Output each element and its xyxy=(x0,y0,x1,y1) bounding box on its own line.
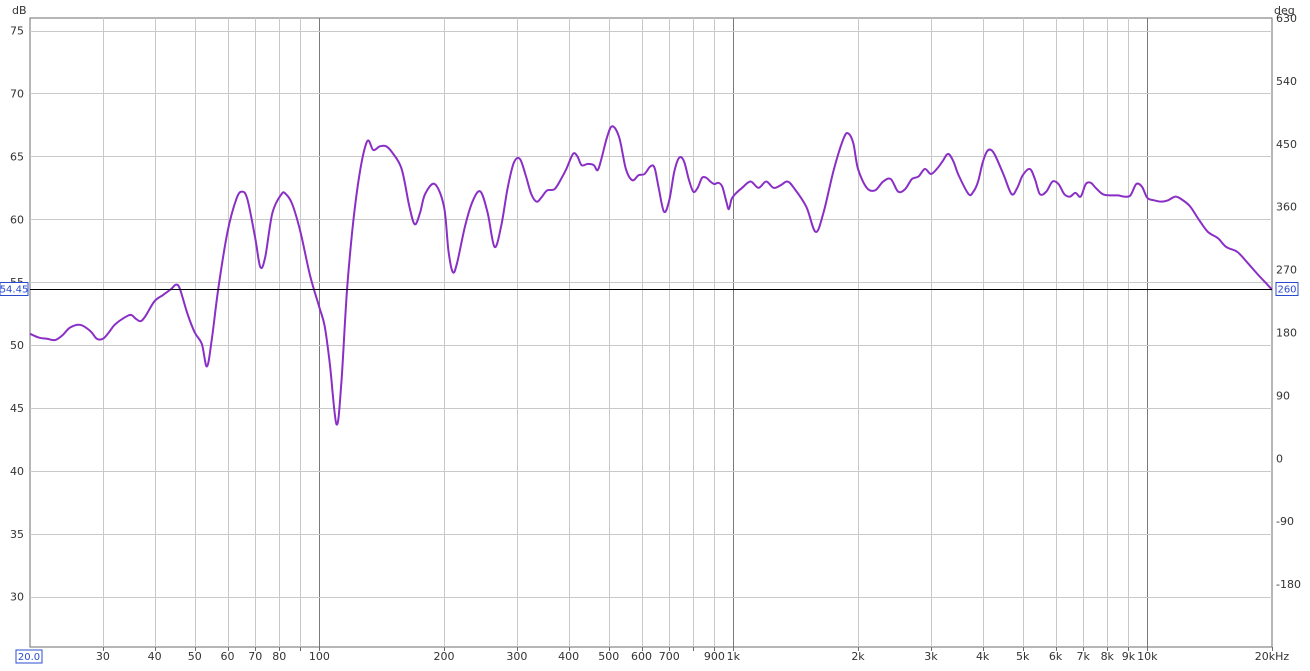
y-tick-label-left: 50 xyxy=(10,339,24,352)
y-tick-label-left: 65 xyxy=(10,150,24,163)
y-unit-left: dB xyxy=(12,4,27,17)
y-tick-label-right: 270 xyxy=(1276,264,1297,277)
x-tick-label: 900 xyxy=(704,650,725,663)
x-tick-label: 200 xyxy=(434,650,455,663)
x-tick-label: 500 xyxy=(598,650,619,663)
x-tick-label: 700 xyxy=(659,650,680,663)
y-tick-label-left: 30 xyxy=(10,591,24,604)
x-tick-label: 9k xyxy=(1122,650,1136,663)
y-tick-label-right: 360 xyxy=(1276,201,1297,214)
x-tick-label: 1k xyxy=(727,650,741,663)
x-tick-label: 20kHz xyxy=(1255,650,1290,663)
x-tick-label: 7k xyxy=(1077,650,1091,663)
y-tick-label-left: 75 xyxy=(10,25,24,38)
y-tick-label-left: 40 xyxy=(10,465,24,478)
x-tick-label: 2k xyxy=(851,650,865,663)
x-tick-label: 70 xyxy=(248,650,262,663)
x-tick-label: 8k xyxy=(1101,650,1115,663)
y-tick-label-right: -90 xyxy=(1276,515,1294,528)
plot-area[interactable] xyxy=(29,17,1273,648)
y-tick-label-right: 180 xyxy=(1276,327,1297,340)
x-tick-label: 10k xyxy=(1137,650,1158,663)
x-tick-label: 30 xyxy=(96,650,110,663)
y-tick-label-right: 540 xyxy=(1276,75,1297,88)
x-tick-label: 400 xyxy=(558,650,579,663)
x-tick-label: 5k xyxy=(1016,650,1030,663)
y-tick-label-right: 0 xyxy=(1276,452,1283,465)
x-tick-label: 3k xyxy=(924,650,938,663)
y-tick-label-left: 45 xyxy=(10,402,24,415)
x-tick-label: 600 xyxy=(631,650,652,663)
x-tick-label: 60 xyxy=(221,650,235,663)
cursor-value-right: 260 xyxy=(1277,285,1296,296)
frequency-response-chart: 30 40 50 60 70 80 100 200 300 400 500 600 700 900 1k 2k… xyxy=(0,4,1301,664)
cursor-value-left: 54.45 xyxy=(0,285,28,296)
x-tick-label: 100 xyxy=(309,650,330,663)
y-tick-label-right: -180 xyxy=(1276,578,1301,591)
y-tick-label-left: 70 xyxy=(10,87,24,100)
y-tick-label-left: 35 xyxy=(10,528,24,541)
x-tick-label: 6k xyxy=(1049,650,1063,663)
x-tick-label: 300 xyxy=(506,650,527,663)
x-tick-label: 50 xyxy=(188,650,202,663)
x-tick-label: 4k xyxy=(976,650,990,663)
y-unit-right: deg xyxy=(1274,4,1295,17)
y-tick-label-right: 90 xyxy=(1276,389,1290,402)
x-tick-label: 40 xyxy=(148,650,162,663)
x-tick-label: 80 xyxy=(272,650,286,663)
y-tick-label-right: 450 xyxy=(1276,138,1297,151)
x-start-marker: 20.0 xyxy=(18,652,40,663)
y-tick-label-left: 60 xyxy=(10,213,24,226)
